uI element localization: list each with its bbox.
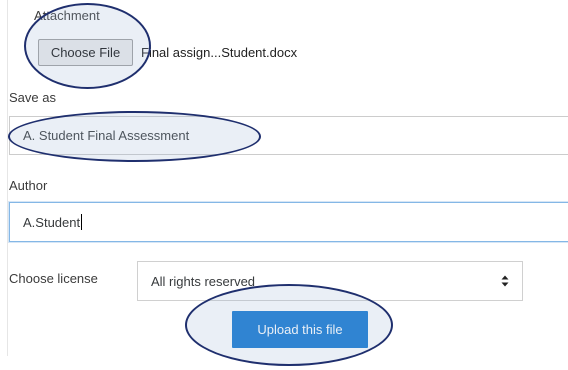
selected-filename: Final assign...Student.docx [141, 45, 298, 60]
highlight-ellipse-save-as [8, 111, 261, 162]
author-label: Author [9, 178, 48, 193]
text-caret [81, 214, 83, 230]
author-value: A.Student [23, 214, 81, 230]
license-selected-value: All rights reserved [151, 273, 256, 289]
save-as-label: Save as [9, 90, 56, 105]
highlight-ellipse-upload [185, 284, 393, 366]
file-upload-dialog: Attachment Choose File Final assign...St… [0, 0, 568, 370]
left-divider [7, 0, 8, 356]
author-input[interactable]: A.Student [9, 202, 568, 242]
license-label: Choose license [9, 271, 98, 286]
updown-chevron-icon [501, 275, 509, 287]
highlight-ellipse-choose-file [24, 3, 151, 89]
